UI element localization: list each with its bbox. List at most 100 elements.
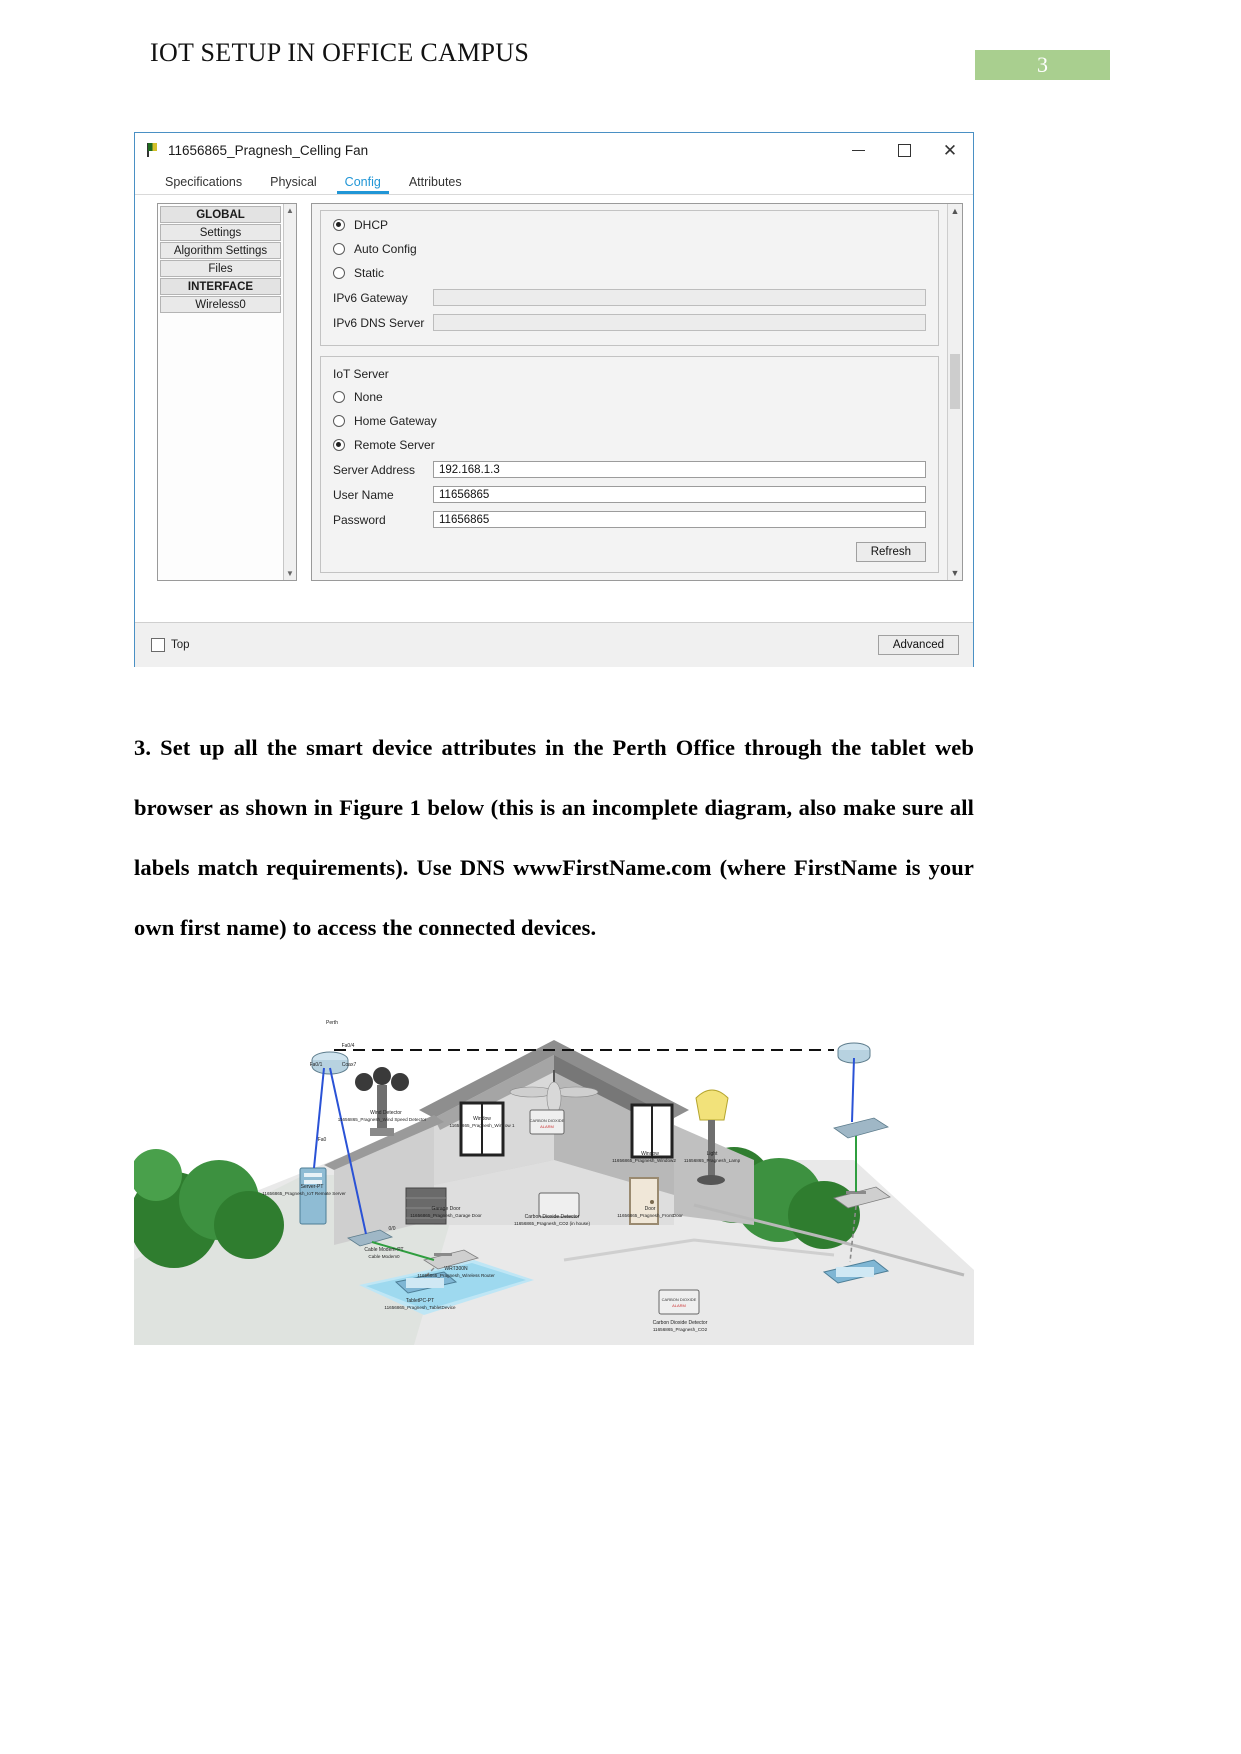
svg-text:ALARM: ALARM [540, 1124, 554, 1129]
config-pane-scrollbar[interactable]: ▲ ▼ [947, 204, 962, 580]
sidebar-scrollbar[interactable]: ▲ ▼ [283, 204, 296, 580]
radio-home-gateway[interactable]: Home Gateway [333, 409, 926, 433]
label-device-wind-detector: Wind Detector [370, 1110, 402, 1116]
label-port-fa04: Fa0/4 [341, 1043, 355, 1049]
ipv6-gateway-input[interactable] [433, 289, 926, 306]
dialog-footer: Top Advanced [135, 622, 973, 667]
refresh-button[interactable]: Refresh [855, 542, 926, 562]
label-device-front-door: Door [644, 1206, 656, 1212]
device-icon [145, 143, 160, 158]
top-checkbox[interactable]: Top [151, 638, 190, 652]
radio-auto-config-label: Auto Config [354, 242, 417, 256]
label-id-window2: 11656865_Pragnesh_Window2 [612, 1158, 676, 1163]
radio-remote-server[interactable]: Remote Server [333, 433, 926, 457]
svg-text:ALARM: ALARM [672, 1303, 686, 1308]
label-id-wrt300n-left: 11656865_Pragnesh_Wireless Router [417, 1273, 495, 1278]
ipv6-dns-server-row: IPv6 DNS Server [333, 310, 926, 335]
radio-dhcp-icon [333, 219, 345, 231]
page-number-badge: 3 [975, 50, 1110, 80]
top-checkbox-label: Top [171, 639, 190, 651]
pane-scroll-down-icon[interactable]: ▼ [951, 568, 960, 578]
radio-none-label: None [354, 390, 383, 404]
label-id-co2-inhouse: 11656865_Pragnesh_CO2 (in house) [513, 1221, 591, 1226]
dialog-title-bar: 11656865_Pragnesh_Celling Fan ✕ [135, 133, 973, 168]
config-pane: DHCP Auto Config Static IPv6 Gateway IPv… [311, 203, 963, 581]
pane-scroll-up-icon[interactable]: ▲ [951, 206, 960, 216]
document-page: IOT SETUP IN OFFICE CAMPUS 3 11656865_Pr… [0, 0, 1241, 1754]
label-id-garage-door: 11656865_Pragnesh_Garage Door [410, 1213, 482, 1218]
tab-config[interactable]: Config [331, 175, 395, 194]
radio-auto-config[interactable]: Auto Config [333, 237, 926, 261]
maximize-icon[interactable] [881, 133, 927, 168]
svg-text:CARBON DIOXIDE: CARBON DIOXIDE [662, 1297, 697, 1302]
password-row: Password 11656865 [333, 507, 926, 532]
tab-physical[interactable]: Physical [256, 175, 331, 194]
label-id-co2: 11656865_Pragnesh_CO2 [652, 1327, 708, 1332]
dialog-title: 11656865_Pragnesh_Celling Fan [168, 143, 369, 158]
ipv6-gateway-row: IPv6 Gateway [333, 285, 926, 310]
ipv6-dns-server-label: IPv6 DNS Server [333, 315, 425, 330]
radio-home-gateway-label: Home Gateway [354, 414, 437, 428]
password-label: Password [333, 512, 386, 527]
close-icon[interactable]: ✕ [927, 133, 973, 168]
minimize-icon[interactable] [835, 133, 881, 168]
radio-remote-server-label: Remote Server [354, 438, 435, 452]
pane-scroll-thumb[interactable] [950, 354, 960, 410]
label-device-wrt300n-left: WRT300N [444, 1266, 468, 1272]
label-site-perth: Perth [326, 1020, 338, 1026]
ipv6-gateway-label: IPv6 Gateway [333, 290, 408, 305]
window-controls: ✕ [835, 133, 973, 168]
body-paragraph: 3. Set up all the smart device attribute… [134, 735, 974, 940]
label-id-wind-detector: 11656865_Pragnesh_Wind Speed Detector [337, 1117, 427, 1122]
radio-auto-config-icon [333, 243, 345, 255]
dialog-body: GLOBAL Settings Algorithm Settings Files… [135, 195, 973, 622]
radio-dhcp[interactable]: DHCP [333, 213, 926, 237]
ipv6-dns-server-input[interactable] [433, 314, 926, 331]
label-device-co2-inhouse: Carbon Dioxide Detector [524, 1214, 580, 1220]
label-port-fa01: Fa0/1 [309, 1062, 323, 1068]
tab-attributes[interactable]: Attributes [395, 175, 476, 194]
advanced-button[interactable]: Advanced [877, 635, 959, 655]
document-header-title: IOT SETUP IN OFFICE CAMPUS [150, 38, 530, 67]
scroll-up-icon[interactable]: ▲ [286, 206, 294, 215]
sidebar-item-algorithm-settings[interactable]: Algorithm Settings [160, 242, 281, 259]
sidebar-item-global: GLOBAL [160, 206, 281, 223]
label-id-window1: 11656865_Pragnesh_Window 1 [449, 1123, 515, 1128]
password-input[interactable]: 11656865 [433, 511, 926, 528]
iot-server-group-label: IoT Server [333, 367, 389, 381]
sidebar-item-interface: INTERFACE [160, 278, 281, 295]
scroll-down-icon[interactable]: ▼ [286, 569, 294, 578]
radio-static-label: Static [354, 266, 385, 280]
radio-none[interactable]: None [333, 385, 926, 409]
label-port-fa0: Fa0 [317, 1137, 327, 1143]
label-device-co2: Carbon Dioxide Detector [652, 1320, 708, 1326]
radio-static-icon [333, 267, 345, 279]
config-sidebar: GLOBAL Settings Algorithm Settings Files… [157, 203, 297, 581]
sidebar-item-settings[interactable]: Settings [160, 224, 281, 241]
sidebar-item-wireless0[interactable]: Wireless0 [160, 296, 281, 313]
server-address-label: Server Address [333, 462, 416, 477]
user-name-row: User Name 11656865 [333, 482, 926, 507]
server-address-input[interactable]: 192.168.1.3 [433, 461, 926, 478]
label-device-window2: Window [641, 1151, 659, 1157]
radio-static[interactable]: Static [333, 261, 926, 285]
label-id-server: 11656865_Pragnesh_IoT Remote Server [262, 1191, 346, 1196]
sidebar-item-files[interactable]: Files [160, 260, 281, 277]
label-id-cable-modem0: Cable Modem0 [368, 1254, 400, 1259]
tab-specifications[interactable]: Specifications [151, 175, 256, 194]
server-address-row: Server Address 192.168.1.3 [333, 457, 926, 482]
label-id-lamp: 11656865_Pragnesh_Lamp [683, 1158, 741, 1163]
user-name-input[interactable]: 11656865 [433, 486, 926, 503]
label-id-tablet-left: 11656865_Pragnesh_TabletDevice [384, 1305, 456, 1310]
label-port-00-left: 0/0 [388, 1226, 396, 1232]
iot-server-group: IoT Server None Home Gateway Remote Serv… [320, 356, 939, 573]
radio-home-gateway-icon [333, 415, 345, 427]
radio-dhcp-label: DHCP [354, 218, 389, 232]
label-device-cable-modem0: Cable Modem-PT [364, 1247, 404, 1253]
label-device-lamp: Light [706, 1151, 718, 1157]
label-device-server: Server-PT [300, 1184, 324, 1190]
radio-remote-server-icon [333, 439, 345, 451]
label-id-front-door: 11656865_Pragnesh_FrontDoor [617, 1213, 683, 1218]
top-checkbox-icon[interactable] [151, 638, 165, 652]
label-device-tablet-left: TabletPC-PT [405, 1298, 435, 1304]
